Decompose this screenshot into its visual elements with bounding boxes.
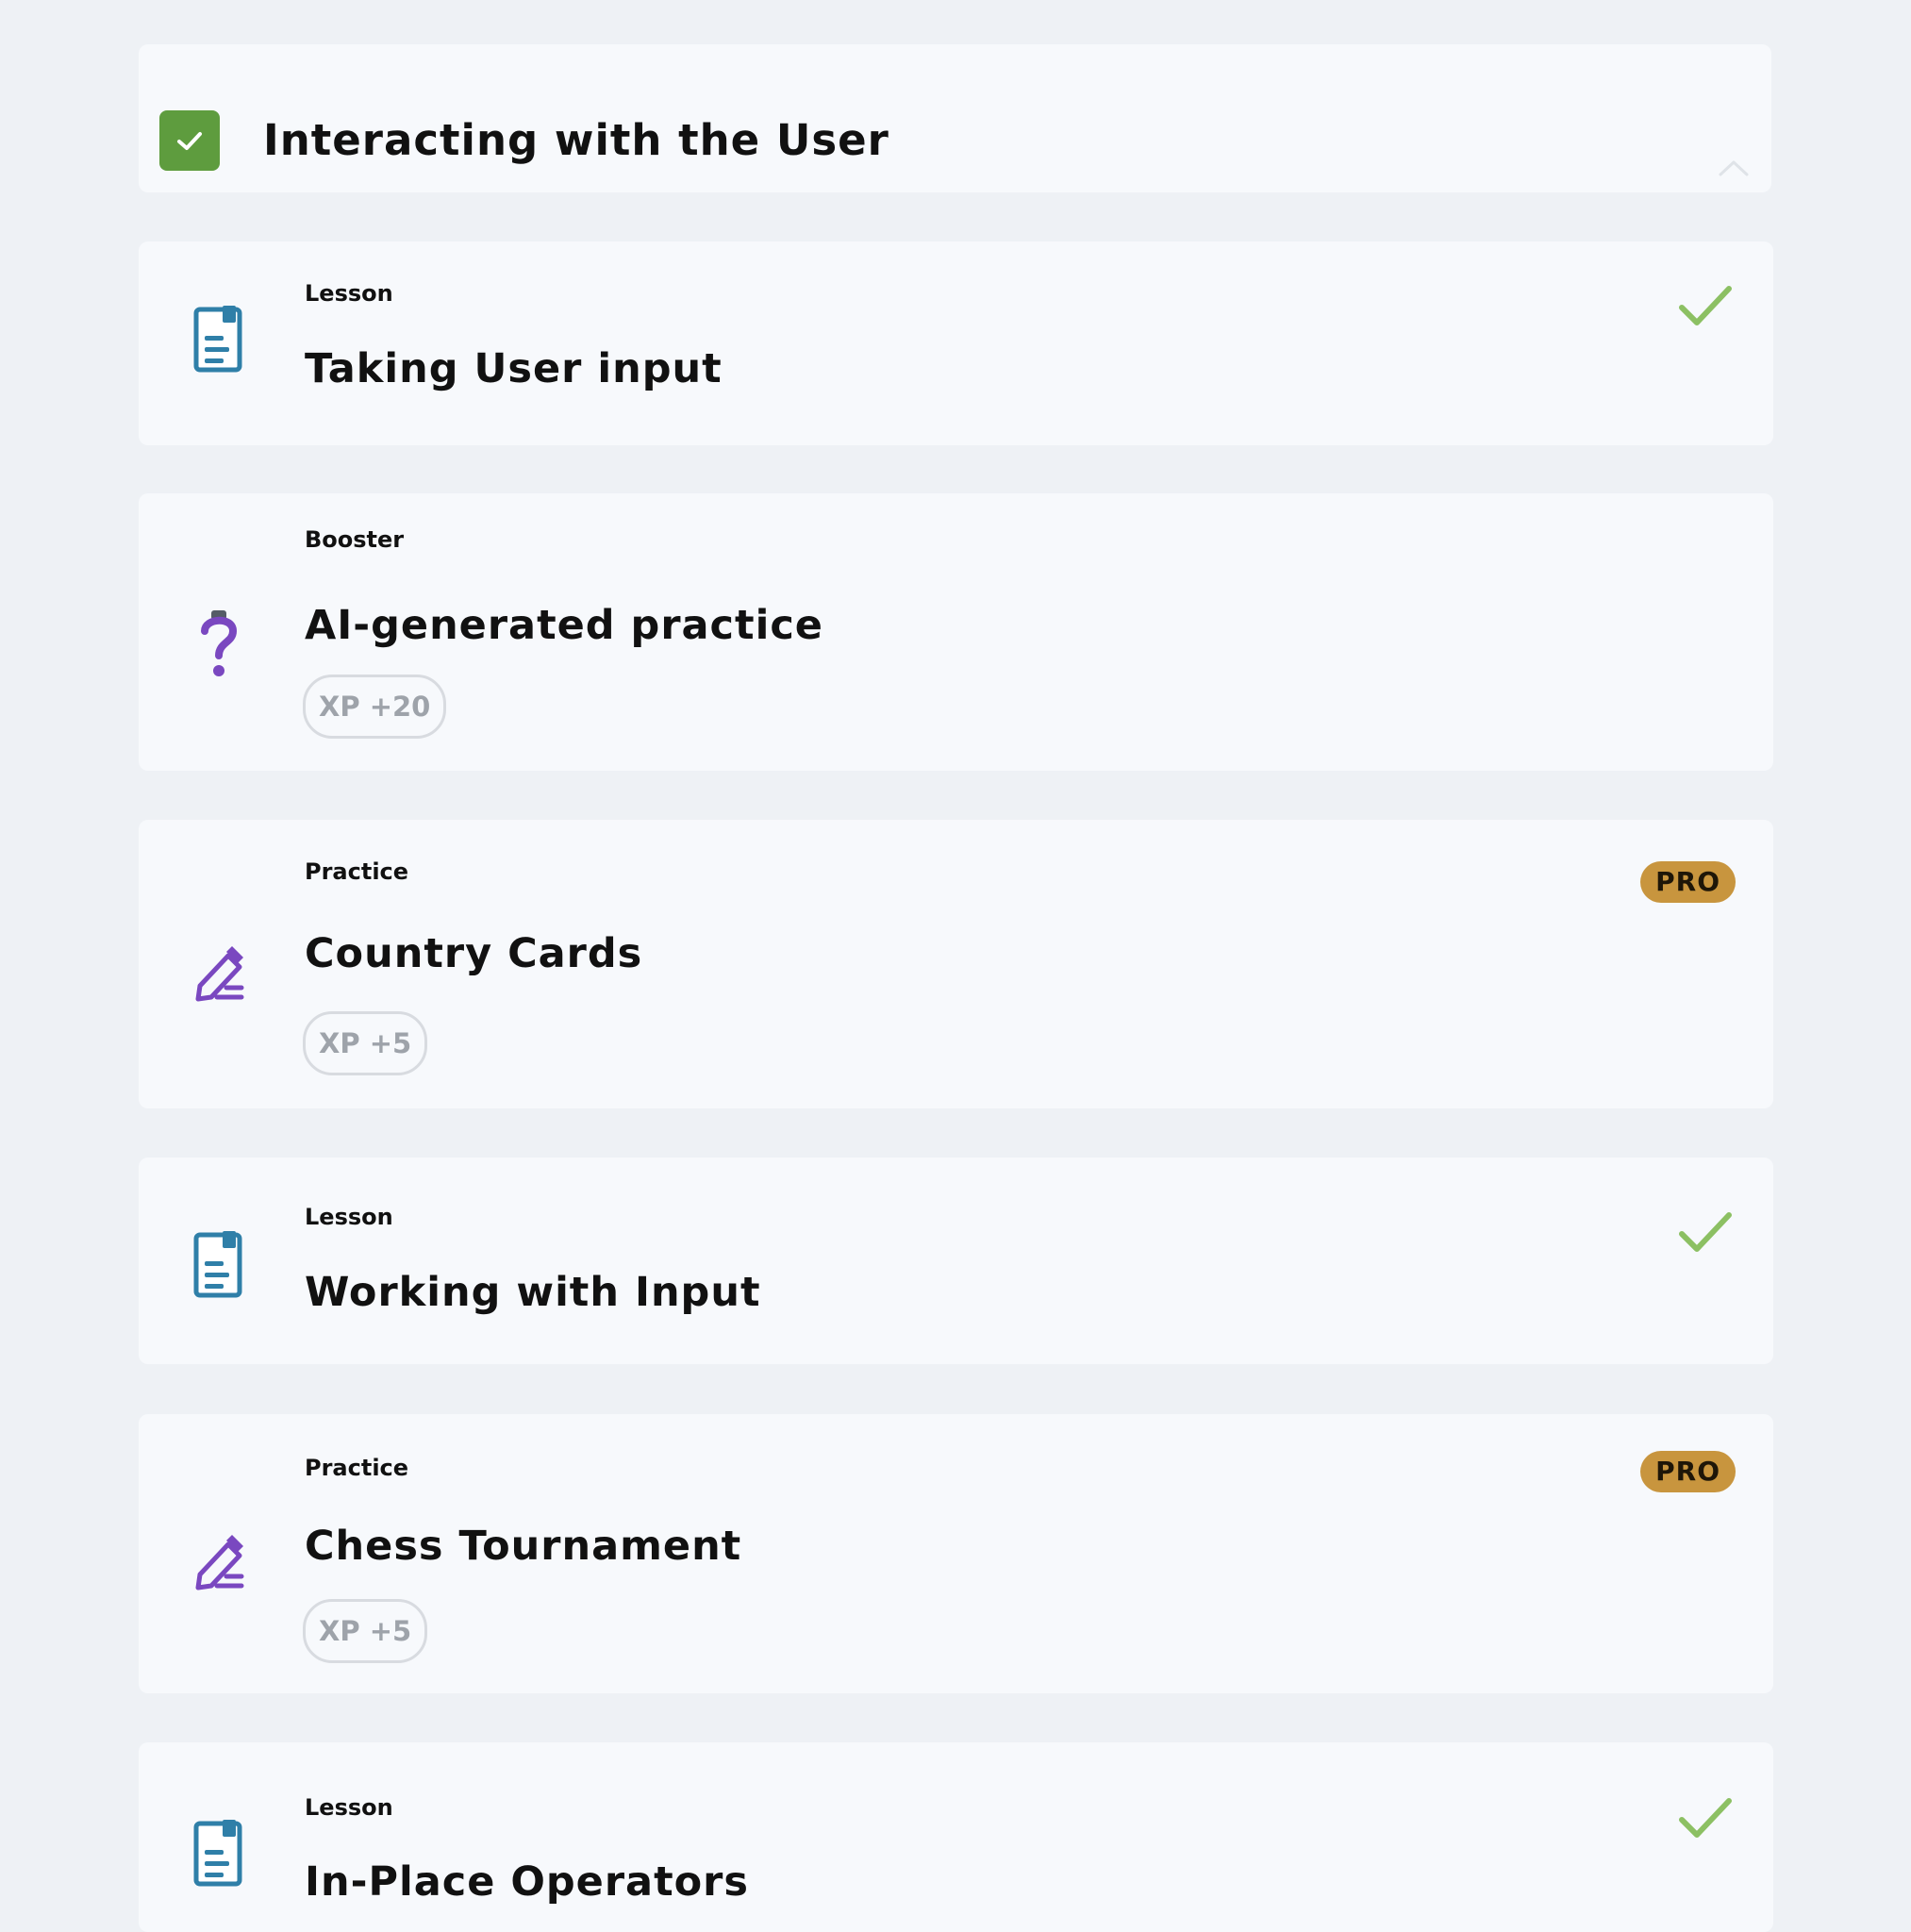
- item-type-label: Lesson: [305, 280, 393, 307]
- item-title: In-Place Operators: [305, 1858, 749, 1906]
- item-type-label: Lesson: [305, 1794, 393, 1821]
- item-title: AI-generated practice: [305, 602, 823, 649]
- pro-badge: PRO: [1640, 1451, 1736, 1492]
- item-type-label: Lesson: [305, 1204, 393, 1230]
- booster-item[interactable]: Booster AI-generated practice XP +20: [139, 493, 1773, 771]
- item-type-label: Booster: [305, 526, 405, 553]
- chevron-up-icon[interactable]: [1715, 154, 1753, 182]
- xp-chip: XP +5: [303, 1011, 428, 1075]
- item-title: Chess Tournament: [305, 1523, 742, 1570]
- item-type-label: Practice: [305, 1455, 409, 1481]
- pro-badge: PRO: [1640, 861, 1736, 903]
- pencil-icon: [195, 946, 244, 1002]
- item-title: Taking User input: [305, 345, 723, 392]
- xp-chip: XP +20: [303, 675, 447, 739]
- check-icon: [1679, 286, 1732, 325]
- module-title: Interacting with the User: [263, 115, 889, 165]
- check-icon: [1679, 1798, 1732, 1838]
- item-title: Working with Input: [305, 1269, 761, 1316]
- lesson-item[interactable]: Lesson Working with Input: [139, 1158, 1773, 1364]
- lesson-item[interactable]: Lesson Taking User input: [139, 242, 1773, 445]
- xp-chip: XP +5: [303, 1599, 428, 1663]
- module-header[interactable]: Interacting with the User: [139, 44, 1771, 192]
- item-title: Country Cards: [305, 930, 643, 977]
- pencil-icon: [195, 1535, 244, 1591]
- item-type-label: Practice: [305, 858, 409, 885]
- practice-item[interactable]: Practice Country Cards XP +5 PRO: [139, 820, 1773, 1108]
- question-icon: [201, 610, 238, 676]
- module-complete-icon: [159, 110, 220, 171]
- document-icon: [193, 1820, 242, 1887]
- check-icon: [1679, 1212, 1732, 1252]
- document-icon: [193, 1231, 242, 1298]
- lesson-item[interactable]: Lesson In-Place Operators: [139, 1742, 1773, 1932]
- document-icon: [193, 306, 242, 373]
- practice-item[interactable]: Practice Chess Tournament XP +5 PRO: [139, 1414, 1773, 1693]
